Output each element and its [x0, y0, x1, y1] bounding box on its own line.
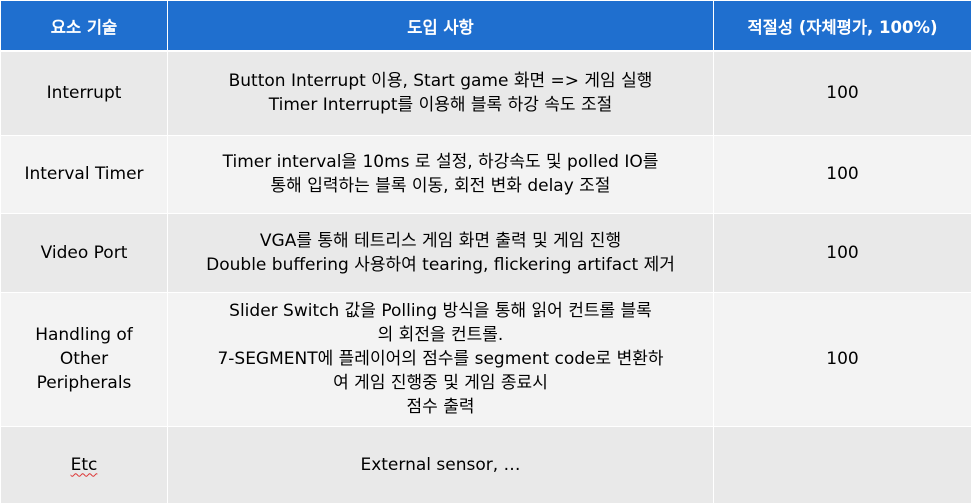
- score-cell: 100: [713, 50, 972, 136]
- detail-line: Timer Interrupt를 이용해 블록 하강 속도 조절: [268, 95, 613, 116]
- score-cell: 100: [713, 212, 972, 293]
- detail-line: Slider Switch 값을 Polling 방식을 통해 읽어 컨트롤 블…: [229, 301, 652, 321]
- score-cell: [713, 425, 972, 504]
- score-cell: 100: [713, 291, 972, 427]
- detail-line: 점수 출력: [406, 397, 475, 417]
- table-row: Handling of Other Peripherals Slider Swi…: [0, 291, 972, 427]
- detail-line: 의 회전을 컨트롤.: [377, 325, 504, 345]
- details-cell: Button Interrupt 이용, Start game 화면 => 게임…: [167, 50, 714, 136]
- table-row: Interrupt Button Interrupt 이용, Start gam…: [0, 50, 972, 136]
- header-score: 적절성 (자체평가, 100%): [713, 0, 972, 52]
- table-row: Etc External sensor, …: [0, 425, 972, 504]
- header-component: 요소 기술: [0, 0, 168, 52]
- detail-line: External sensor, …: [360, 454, 521, 475]
- component-cell: Video Port: [0, 212, 168, 293]
- component-cell: Handling of Other Peripherals: [0, 291, 168, 427]
- header-details: 도입 사항: [167, 0, 714, 52]
- detail-line: Double buffering 사용하여 tearing, flickerin…: [206, 254, 675, 275]
- table-row: Video Port VGA를 통해 테트리스 게임 화면 출력 및 게임 진행…: [0, 212, 972, 293]
- detail-line: Button Interrupt 이용, Start game 화면 => 게임…: [228, 71, 653, 92]
- component-line: Handling of: [35, 325, 133, 345]
- component-cell: Interval Timer: [0, 134, 168, 214]
- detail-line: 7-SEGMENT에 플레이어의 점수를 segment code로 변환하: [217, 349, 664, 369]
- component-cell: Interrupt: [0, 50, 168, 136]
- detail-line: 여 게임 진행중 및 게임 종료시: [333, 373, 548, 393]
- component-text: Etc: [70, 454, 98, 475]
- header-row: 요소 기술 도입 사항 적절성 (자체평가, 100%): [0, 0, 972, 52]
- component-cell: Etc: [0, 425, 168, 504]
- self-evaluation-table: 요소 기술 도입 사항 적절성 (자체평가, 100%) Interrupt B…: [0, 0, 972, 504]
- detail-line: VGA를 통해 테트리스 게임 화면 출력 및 게임 진행: [259, 230, 622, 251]
- detail-line: 통해 입력하는 블록 이동, 회전 변화 delay 조절: [270, 176, 611, 196]
- score-cell: 100: [713, 134, 972, 214]
- component-line: Peripherals: [36, 373, 132, 393]
- component-line: Other: [59, 349, 109, 369]
- details-cell: VGA를 통해 테트리스 게임 화면 출력 및 게임 진행 Double buf…: [167, 212, 714, 293]
- detail-line: Timer interval을 10ms 로 설정, 하강속도 및 polled…: [222, 152, 659, 172]
- details-cell: Timer interval을 10ms 로 설정, 하강속도 및 polled…: [167, 134, 714, 214]
- details-cell: External sensor, …: [167, 425, 714, 504]
- table-row: Interval Timer Timer interval을 10ms 로 설정…: [0, 134, 972, 214]
- details-cell: Slider Switch 값을 Polling 방식을 통해 읽어 컨트롤 블…: [167, 291, 714, 427]
